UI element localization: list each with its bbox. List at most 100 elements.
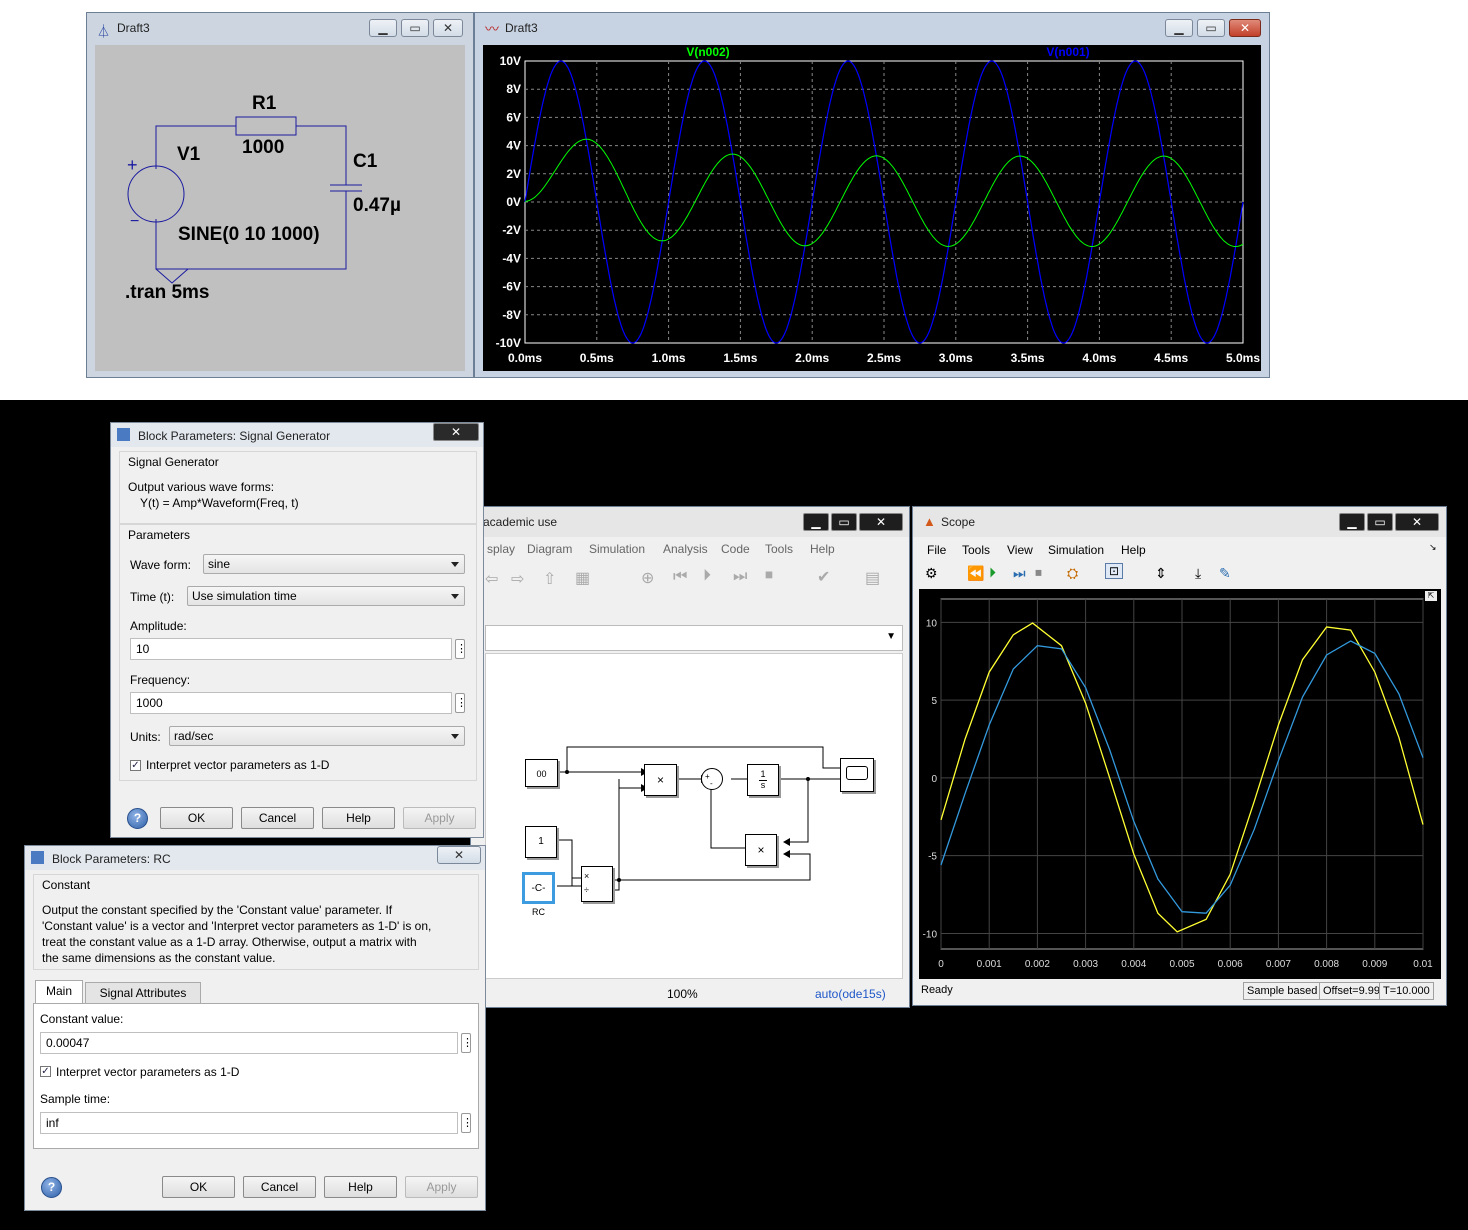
menu-simulation[interactable]: Simulation — [589, 542, 645, 556]
signal-generator-block[interactable]: 00 — [525, 759, 558, 787]
scope-block[interactable] — [840, 758, 874, 792]
run-icon[interactable]: ⏵ — [703, 567, 711, 585]
product-block-label: × — [656, 773, 664, 787]
minimize-button[interactable]: ▁ — [369, 19, 397, 37]
menu-diagram[interactable]: Diagram — [527, 542, 572, 556]
integrator-block[interactable]: 1 s — [747, 764, 779, 796]
cancel-button[interactable]: Cancel — [241, 807, 314, 829]
help-button[interactable]: Help — [324, 1176, 397, 1198]
interpret-vector-checkbox[interactable]: ✓ — [40, 1066, 51, 1077]
apply-button[interactable]: Apply — [405, 1176, 478, 1198]
model-titlebar[interactable]: academic use ▁ ▭ ✕ — [471, 507, 909, 537]
minimize-button[interactable]: ▁ — [1165, 19, 1193, 37]
forward-icon[interactable]: ⇨ — [511, 569, 524, 589]
feedback-product-block[interactable]: × — [745, 834, 777, 866]
close-button[interactable]: ✕ — [1395, 513, 1439, 531]
stop-icon[interactable]: ⏹ — [1035, 564, 1042, 581]
model-canvas[interactable]: 00 × + - 1 s × 1 -C- RC × ÷ — [485, 653, 903, 979]
apply-button[interactable]: Apply — [403, 807, 476, 829]
cancel-button[interactable]: Cancel — [243, 1176, 316, 1198]
menu-tools[interactable]: Tools — [765, 542, 793, 556]
check-icon[interactable]: ✔ — [817, 567, 830, 587]
up-icon[interactable]: ⇧ — [543, 569, 556, 589]
library-icon[interactable]: ⊕ — [641, 568, 654, 588]
close-button[interactable]: ✕ — [859, 513, 903, 531]
constant-value-field[interactable]: 0.00047 — [40, 1032, 458, 1054]
schematic-titlebar[interactable]: ⏃ Draft3 ▁ ▭ ✕ — [87, 13, 473, 43]
solver-name[interactable]: auto(ode15s) — [815, 987, 886, 1001]
constant-1-block[interactable]: 1 — [525, 826, 557, 858]
step-back-icon[interactable]: ⏪ — [967, 565, 984, 582]
minimize-button[interactable]: ▁ — [1339, 513, 1365, 531]
signal-generator-titlebar[interactable]: Block Parameters: Signal Generator ✕ — [111, 423, 483, 447]
back-icon[interactable]: ⇦ — [485, 569, 498, 589]
sample-time-options-button[interactable]: ⋮ — [461, 1113, 473, 1133]
maximize-button[interactable]: ▭ — [1197, 19, 1225, 37]
amplitude-options-button[interactable]: ⋮ — [455, 639, 467, 659]
scope-menu-view[interactable]: View — [1007, 543, 1033, 557]
scope-menu-file[interactable]: File — [927, 543, 946, 557]
scale-axes-icon[interactable]: ⇕ — [1155, 565, 1167, 582]
tab-main[interactable]: Main — [35, 980, 83, 1004]
maximize-button[interactable]: ▭ — [831, 513, 857, 531]
highlight-block-icon[interactable]: ⛭ — [1067, 565, 1078, 582]
menu-display[interactable]: splay — [487, 542, 515, 556]
close-button[interactable]: ✕ — [1229, 19, 1261, 37]
scope-menu-simulation[interactable]: Simulation — [1048, 543, 1104, 557]
divide-block[interactable]: × ÷ — [581, 866, 613, 902]
ok-button[interactable]: OK — [160, 807, 233, 829]
units-select[interactable]: rad/sec — [169, 726, 465, 746]
product-block[interactable]: × — [644, 764, 677, 796]
stop-icon[interactable]: ⏹ — [765, 567, 773, 585]
rc-titlebar[interactable]: Block Parameters: RC ✕ — [25, 846, 485, 870]
settings-gear-icon[interactable]: ⚙ — [925, 565, 938, 582]
step-back-icon[interactable]: ⏮ — [673, 568, 687, 586]
close-button[interactable]: ✕ — [433, 19, 463, 37]
step-forward-icon[interactable]: ⏭ — [1013, 565, 1026, 582]
zoom-icon[interactable]: ⊡ — [1105, 563, 1124, 579]
help-icon[interactable]: ? — [127, 808, 148, 829]
grid-icon[interactable]: ▤ — [865, 568, 880, 588]
dock-arrow-icon[interactable]: ↘ — [1429, 542, 1437, 553]
maximize-button[interactable]: ▭ — [401, 19, 429, 37]
scope-titlebar[interactable]: ▲ Scope ▁ ▭ ✕ — [913, 507, 1446, 537]
menu-analysis[interactable]: Analysis — [663, 542, 708, 556]
chevron-down-icon[interactable]: ▼ — [886, 631, 896, 642]
interpret-vector-checkbox[interactable]: ✓ — [130, 760, 141, 771]
model-browser-icon[interactable]: ▦ — [575, 568, 590, 588]
cursor-measurements-icon[interactable]: ✎ — [1219, 565, 1231, 582]
frequency-options-button[interactable]: ⋮ — [455, 693, 467, 713]
help-icon[interactable]: ? — [41, 1177, 62, 1198]
scope-menu-tools[interactable]: Tools — [962, 543, 990, 557]
minimize-button[interactable]: ▁ — [803, 513, 829, 531]
schematic-canvas[interactable]: + − R1 1000 V1 C1 0.47µ SINE(0 10 1000) … — [95, 45, 465, 371]
x-tick-label: 0.005 — [1169, 959, 1194, 970]
menu-code[interactable]: Code — [721, 542, 750, 556]
address-bar[interactable]: ▼ — [485, 625, 903, 651]
wave-form-select[interactable]: sine — [203, 554, 465, 574]
time-select[interactable]: Use simulation time — [187, 586, 465, 606]
close-button[interactable]: ✕ — [433, 423, 479, 441]
step-forward-icon[interactable]: ⏭ — [733, 568, 747, 586]
constant-description-group: Constant Output the constant specified b… — [33, 874, 479, 970]
constant-value-options-button[interactable]: ⋮ — [461, 1033, 473, 1053]
sample-time-field[interactable]: inf — [40, 1112, 458, 1134]
tab-signal-attributes[interactable]: Signal Attributes — [85, 982, 201, 1004]
help-button[interactable]: Help — [322, 807, 395, 829]
frequency-field[interactable]: 1000 — [130, 692, 452, 714]
close-button[interactable]: ✕ — [437, 846, 481, 864]
sum-block[interactable]: + - — [701, 768, 723, 790]
y-tick-label: -10V — [496, 336, 521, 350]
scope-menu-help[interactable]: Help — [1121, 543, 1146, 557]
ok-button[interactable]: OK — [162, 1176, 235, 1198]
menu-help[interactable]: Help — [810, 542, 835, 556]
plot-pane[interactable]: 0.0ms 0.5ms 1.0ms 1.5ms 2.0ms 2.5ms 3.0ms 3.5ms… — [483, 45, 1261, 371]
plot-titlebar[interactable]: 〰 Draft3 ▁ ▭ ✕ — [475, 13, 1269, 43]
scope-figure[interactable]: 0 0.001 0.002 0.003 0.004 0.005 0.006 0.007 0.00… — [919, 589, 1441, 979]
rc-constant-block[interactable]: -C- — [522, 872, 555, 904]
run-icon[interactable]: ⏵ — [989, 564, 996, 581]
maximize-button[interactable]: ▭ — [1367, 513, 1393, 531]
undock-icon[interactable]: ⇱ — [1425, 591, 1437, 601]
amplitude-field[interactable]: 10 — [130, 638, 452, 660]
triggers-icon[interactable]: ⤓ — [1195, 565, 1201, 582]
